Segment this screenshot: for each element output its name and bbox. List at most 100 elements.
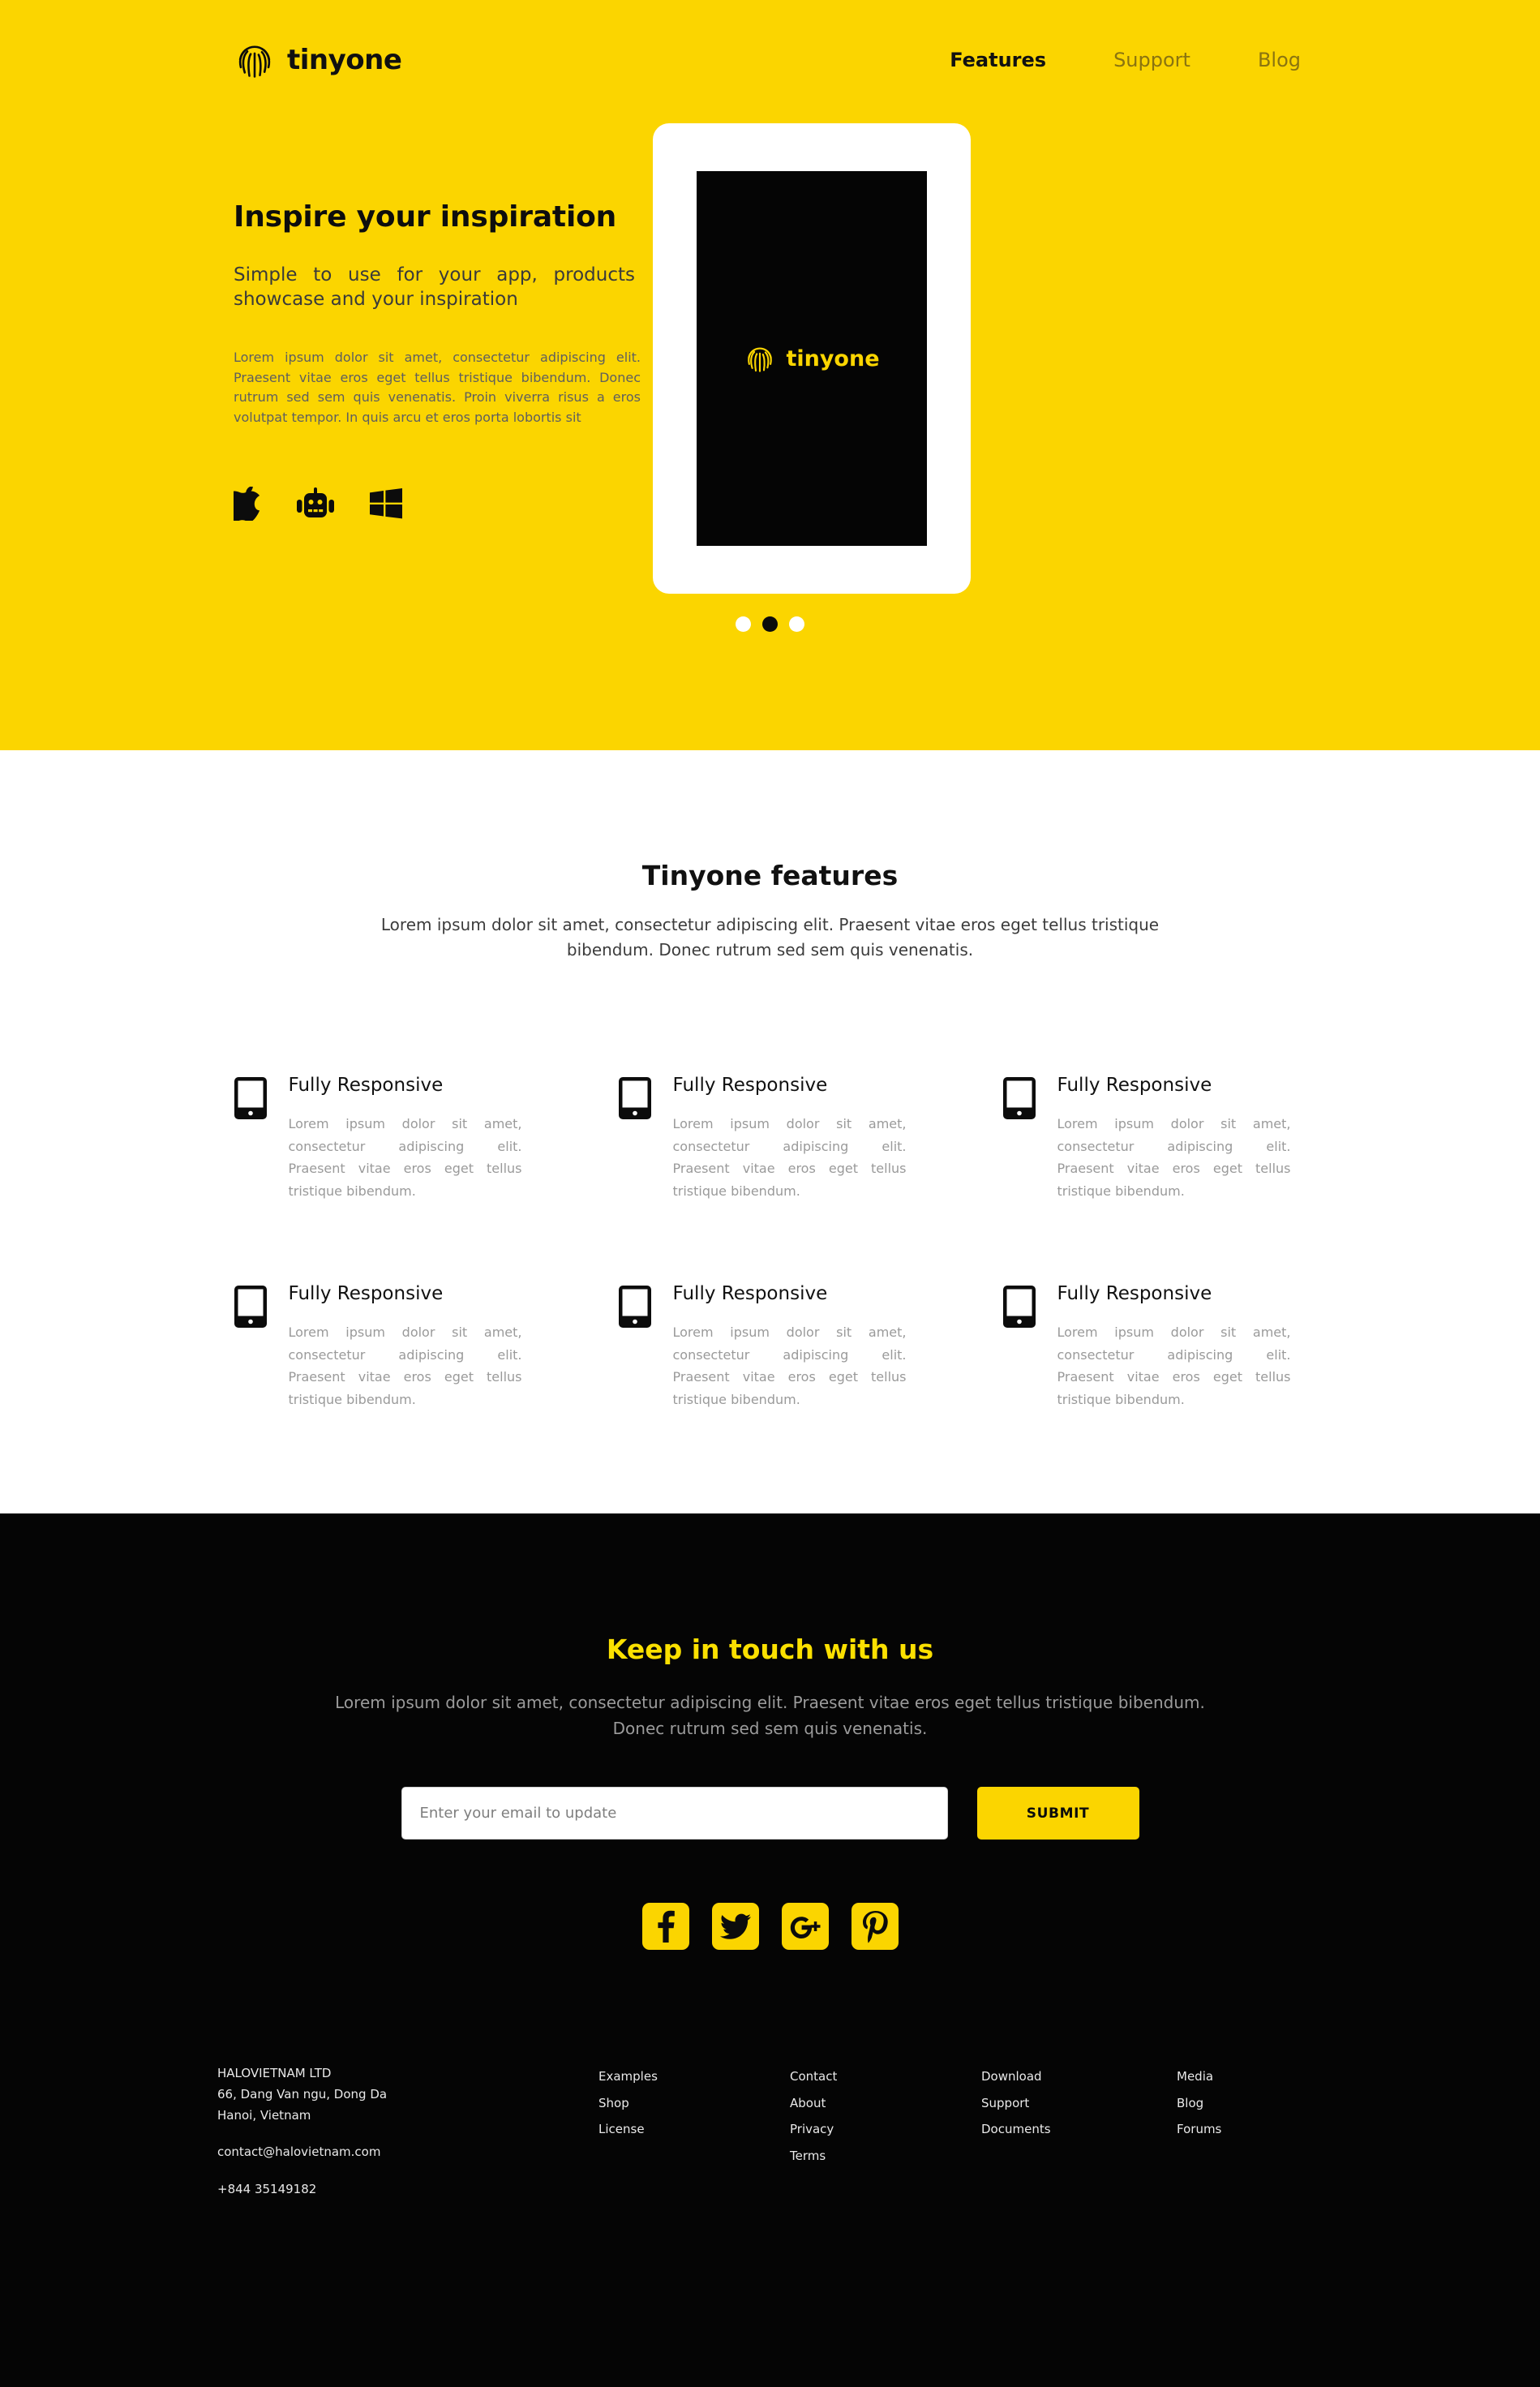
feature-card: Fully Responsive Lorem ipsum dolor sit a…: [1002, 1072, 1306, 1281]
footer-column-3: Download Support Documents: [981, 2063, 1177, 2200]
main-navigation: tinyone Features Support Blog: [0, 0, 1540, 91]
feature-text: Lorem ipsum dolor sit amet, consectetur …: [1057, 1116, 1291, 1199]
brand-name: tinyone: [287, 44, 402, 76]
tablet-icon: [1002, 1072, 1036, 1123]
feature-card: Fully Responsive Lorem ipsum dolor sit a…: [1002, 1281, 1306, 1489]
company-email[interactable]: contact@halovietnam.com: [217, 2142, 598, 2163]
company-name: HALOVIETNAM LTD: [217, 2066, 332, 2080]
feature-text: Lorem ipsum dolor sit amet, consectetur …: [288, 1324, 522, 1407]
footer-column-1: Examples Shop License: [598, 2063, 790, 2200]
hero-subtitle: Simple to use for your app, products sho…: [234, 264, 635, 311]
device-screen: tinyone: [697, 171, 927, 546]
apple-icon[interactable]: [234, 486, 261, 521]
footer-link-about[interactable]: About: [790, 2090, 981, 2117]
feature-body: Fully Responsive Lorem ipsum dolor sit a…: [289, 1072, 522, 1202]
device-frame: tinyone: [653, 123, 971, 594]
brand-logo[interactable]: tinyone: [234, 39, 402, 81]
feature-body: Fully Responsive Lorem ipsum dolor sit a…: [1057, 1281, 1291, 1410]
company-address-line2: Hanoi, Vietnam: [217, 2107, 311, 2123]
contact-subtitle: Lorem ipsum dolor sit amet, consectetur …: [335, 1693, 1205, 1738]
features-grid: Fully Responsive Lorem ipsum dolor sit a…: [234, 963, 1306, 1489]
nav-item-blog[interactable]: Blog: [1258, 50, 1301, 70]
social-links: [0, 1903, 1540, 1950]
feature-card: Fully Responsive Lorem ipsum dolor sit a…: [234, 1281, 619, 1489]
nav-links: Features Support Blog: [950, 50, 1305, 70]
feature-text: Lorem ipsum dolor sit amet, consectetur …: [672, 1116, 907, 1199]
feature-title: Fully Responsive: [1057, 1075, 1212, 1096]
hero-title: Inspire your inspiration: [234, 200, 617, 234]
tablet-icon: [618, 1072, 651, 1123]
footer-link-examples[interactable]: Examples: [598, 2063, 790, 2090]
android-icon[interactable]: [297, 487, 334, 520]
hero-device-preview: tinyone: [649, 123, 1540, 594]
hero-description: Lorem ipsum dolor sit amet, consectetur …: [234, 349, 641, 426]
feature-title: Fully Responsive: [288, 1075, 444, 1096]
footer-company-info: HALOVIETNAM LTD 66, Dang Van ngu, Dong D…: [217, 2063, 598, 2200]
device-logo-text: tinyone: [786, 346, 880, 371]
email-input[interactable]: [401, 1787, 948, 1840]
footer-link-license[interactable]: License: [598, 2116, 790, 2143]
tablet-icon: [1002, 1281, 1036, 1331]
tablet-icon: [234, 1072, 267, 1123]
fingerprint-icon: [238, 45, 271, 78]
nav-item-support[interactable]: Support: [1113, 50, 1190, 70]
footer-link-shop[interactable]: Shop: [598, 2090, 790, 2117]
company-phone: +844 35149182: [217, 2182, 317, 2197]
footer-link-download[interactable]: Download: [981, 2063, 1177, 2090]
platform-icons: [234, 486, 649, 521]
site-footer: HALOVIETNAM LTD 66, Dang Van ngu, Dong D…: [0, 1950, 1540, 2387]
hero-body: Inspire your inspiration Simple to use f…: [0, 91, 1540, 594]
footer-link-forums[interactable]: Forums: [1177, 2116, 1368, 2143]
feature-body: Fully Responsive Lorem ipsum dolor sit a…: [673, 1281, 907, 1410]
feature-card: Fully Responsive Lorem ipsum dolor sit a…: [234, 1072, 619, 1281]
feature-card: Fully Responsive Lorem ipsum dolor sit a…: [618, 1281, 1003, 1489]
feature-text: Lorem ipsum dolor sit amet, consectetur …: [1057, 1324, 1291, 1407]
footer-link-columns: Examples Shop License Contact About Priv…: [598, 2063, 1540, 2200]
carousel-dot-1[interactable]: [736, 616, 751, 632]
feature-title: Fully Responsive: [672, 1075, 828, 1096]
hero-section: tinyone Features Support Blog Inspire yo…: [0, 0, 1540, 750]
submit-button[interactable]: SUBMIT: [976, 1787, 1139, 1840]
feature-title: Fully Responsive: [288, 1283, 444, 1304]
feature-body: Fully Responsive Lorem ipsum dolor sit a…: [289, 1281, 522, 1410]
feature-text: Lorem ipsum dolor sit amet, consectetur …: [288, 1116, 522, 1199]
features-section: Tinyone features Lorem ipsum dolor sit a…: [0, 750, 1540, 1513]
feature-card: Fully Responsive Lorem ipsum dolor sit a…: [618, 1072, 1003, 1281]
footer-link-media[interactable]: Media: [1177, 2063, 1368, 2090]
feature-title: Fully Responsive: [672, 1283, 828, 1304]
carousel-dot-3[interactable]: [789, 616, 804, 632]
footer-link-documents[interactable]: Documents: [981, 2116, 1177, 2143]
pinterest-icon[interactable]: [851, 1903, 899, 1950]
footer-link-blog[interactable]: Blog: [1177, 2090, 1368, 2117]
tablet-icon: [234, 1281, 267, 1331]
contact-title: Keep in touch with us: [606, 1634, 934, 1665]
company-address-line1: 66, Dang Van ngu, Dong Da: [217, 2086, 388, 2102]
device-screen-logo: tinyone: [744, 342, 880, 375]
footer-link-terms[interactable]: Terms: [790, 2143, 981, 2170]
feature-body: Fully Responsive Lorem ipsum dolor sit a…: [673, 1072, 907, 1202]
subscribe-form: SUBMIT: [0, 1787, 1540, 1840]
footer-link-support[interactable]: Support: [981, 2090, 1177, 2117]
feature-text: Lorem ipsum dolor sit amet, consectetur …: [672, 1324, 907, 1407]
carousel-dots: [0, 616, 1540, 632]
footer-column-2: Contact About Privacy Terms: [790, 2063, 981, 2200]
footer-column-4: Media Blog Forums: [1177, 2063, 1368, 2200]
google-plus-icon[interactable]: [781, 1903, 829, 1950]
nav-item-features[interactable]: Features: [950, 50, 1046, 70]
footer-link-privacy[interactable]: Privacy: [790, 2116, 981, 2143]
features-subtitle: Lorem ipsum dolor sit amet, consectetur …: [380, 915, 1160, 960]
feature-title: Fully Responsive: [1057, 1283, 1212, 1304]
hero-copy: Inspire your inspiration Simple to use f…: [0, 123, 649, 521]
contact-section: Keep in touch with us Lorem ipsum dolor …: [0, 1513, 1540, 1950]
footer-link-contact[interactable]: Contact: [790, 2063, 981, 2090]
facebook-icon[interactable]: [641, 1903, 689, 1950]
twitter-icon[interactable]: [711, 1903, 759, 1950]
features-title: Tinyone features: [641, 860, 899, 891]
tablet-icon: [618, 1281, 651, 1331]
fingerprint-icon: [748, 347, 773, 372]
carousel-dot-2[interactable]: [762, 616, 778, 632]
windows-icon[interactable]: [370, 487, 402, 519]
feature-body: Fully Responsive Lorem ipsum dolor sit a…: [1057, 1072, 1291, 1202]
